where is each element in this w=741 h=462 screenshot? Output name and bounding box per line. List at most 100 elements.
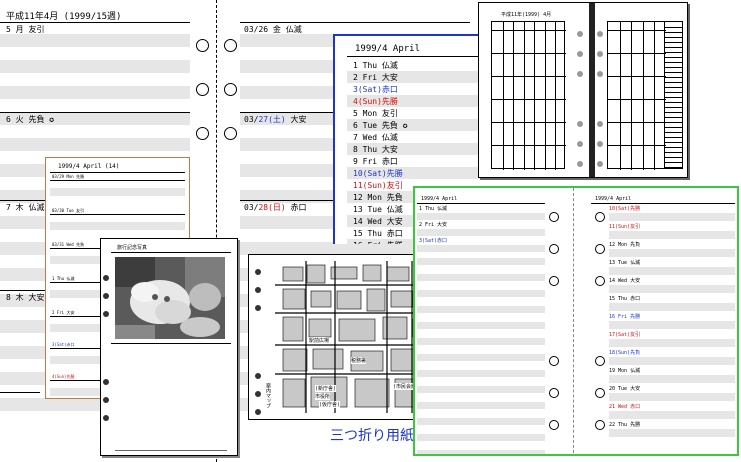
shaded-band <box>417 322 545 329</box>
grid-line <box>608 76 666 77</box>
grid-line <box>544 22 546 170</box>
grid-line <box>665 37 683 38</box>
grid-line <box>665 137 683 138</box>
grid-line <box>665 107 683 108</box>
binder-hole <box>577 51 583 57</box>
binder-hole <box>549 420 559 430</box>
day-row: 11(Sun)友引 <box>353 181 403 190</box>
binder-hole <box>597 31 603 37</box>
day-row: 1 Thu 仏滅 <box>353 61 398 70</box>
day-entry: 6 火 先負 ✪ <box>6 115 55 124</box>
binder-hole <box>549 212 559 222</box>
binder-hole <box>597 141 603 147</box>
binder-hole <box>577 121 583 127</box>
day-row: 14 Wed 大安 <box>353 217 403 226</box>
binder-hole <box>595 276 605 286</box>
day-row: 17(Sat)友引 <box>609 332 641 338</box>
grid-line <box>665 132 683 133</box>
grid-line <box>665 162 683 163</box>
shaded-band <box>609 285 735 293</box>
grid-line <box>665 117 683 118</box>
day-row: 13 Tue 仏滅 <box>353 205 403 214</box>
binder-hole <box>577 161 583 167</box>
day-row: 12 Mon 先負 <box>353 193 403 202</box>
binder-hole <box>103 293 109 299</box>
grid-line <box>665 42 683 43</box>
day-row: 21 Wed 赤口 <box>609 404 641 410</box>
shaded-band <box>417 258 545 265</box>
day-row: 12 Mon 先負 <box>609 242 641 248</box>
shaded-band <box>417 450 545 454</box>
shaded-band <box>417 402 545 409</box>
day-row: 2 Fri 大安 <box>353 73 398 82</box>
grid-line <box>665 157 683 158</box>
photo-sheet: 旅行記念写真 <box>100 238 238 456</box>
grid-line <box>492 30 566 31</box>
shaded-band <box>417 370 545 377</box>
binder-hole <box>103 311 109 317</box>
grid-line <box>608 53 666 54</box>
grid-line <box>492 76 566 77</box>
binder-hole <box>255 373 261 379</box>
grid-line <box>665 62 683 63</box>
grid-line <box>665 92 683 93</box>
grid-line <box>665 67 683 68</box>
binder-hole <box>597 71 603 77</box>
shaded-band <box>417 274 545 281</box>
day-row: 1 Thu 仏滅 <box>419 206 448 212</box>
day-row: 4(Sun)先勝 <box>52 374 75 379</box>
shaded-band <box>0 86 190 99</box>
day-row: 16 Fri 先勝 <box>609 314 641 320</box>
shaded-band <box>609 231 735 239</box>
grid-line <box>665 147 683 148</box>
binder-hole <box>597 51 603 57</box>
shaded-band <box>417 306 545 313</box>
grid-line <box>619 22 621 170</box>
shaded-band <box>417 245 545 252</box>
grid-line <box>608 145 666 146</box>
green-left-title: 1999/4 April <box>421 196 458 202</box>
binder-hole <box>549 356 559 366</box>
day-row: 18(Sun)先負 <box>609 350 641 356</box>
shaded-band <box>609 375 735 383</box>
divider <box>0 392 40 393</box>
day-row: 14 Wed 大安 <box>609 278 641 284</box>
fold-line <box>573 188 574 454</box>
day-entry: 03/28(日) 赤口 <box>244 203 307 212</box>
divider <box>50 180 185 181</box>
day-row: 03/31 Wed 先負 <box>52 242 85 247</box>
binder-hole <box>595 244 605 254</box>
grid-line <box>665 102 683 103</box>
binder-hole <box>224 127 237 140</box>
binder-hole <box>255 409 261 415</box>
day-entry: 03/26 金 仏滅 <box>244 25 302 34</box>
grid-line <box>665 27 683 28</box>
divider <box>50 214 185 215</box>
day-row: 15 Thu 赤口 <box>609 296 641 302</box>
shaded-band <box>609 357 735 365</box>
day-row: 7 Wed 仏滅 <box>353 133 398 142</box>
day-row: 10(Sat)先勝 <box>353 169 403 178</box>
shaded-band <box>0 60 190 73</box>
shaded-band <box>417 386 545 393</box>
month-grid-right <box>607 21 666 170</box>
shaded-band <box>417 338 545 345</box>
binder-hole <box>549 388 559 398</box>
day-row: 3(Sat)赤口 <box>419 238 448 244</box>
grid-line <box>665 32 683 33</box>
weekly-header: 平成11年4月 (1999/15週) <box>6 12 122 22</box>
grid-line <box>665 52 683 53</box>
april-title: 1999/4 April <box>355 44 421 54</box>
divider <box>240 22 470 23</box>
shaded-band <box>417 418 545 425</box>
binder-hole <box>196 127 209 140</box>
shaded-band <box>609 393 735 401</box>
green-daily-spread: 1999/4 April 1999/4 April 1 Thu 仏滅 2 Fri … <box>413 186 739 456</box>
divider <box>111 343 231 344</box>
day-row: 1 Thu 仏滅 <box>52 276 75 281</box>
grid-line <box>492 145 566 146</box>
shaded-band <box>50 188 185 196</box>
shaded-band <box>50 222 185 230</box>
grid-line <box>492 53 566 54</box>
grid-line <box>665 122 683 123</box>
